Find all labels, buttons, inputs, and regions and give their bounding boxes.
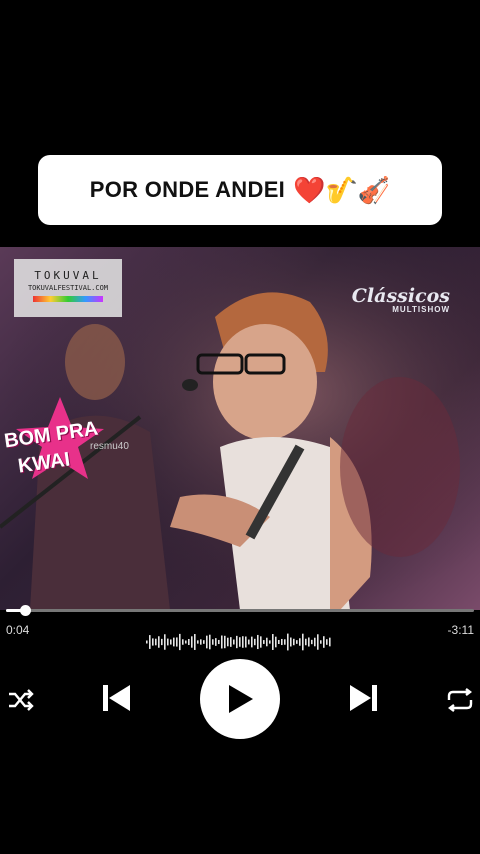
waveform-bar <box>257 634 259 650</box>
waveform-bar <box>206 635 208 649</box>
waveform-bar <box>296 640 298 644</box>
waveform-bar <box>242 636 244 648</box>
song-title: POR ONDE ANDEI <box>89 177 286 202</box>
waveform-bar <box>245 636 247 648</box>
waveform-bar <box>248 639 250 645</box>
waveform-bar <box>164 634 166 650</box>
play-button[interactable] <box>200 659 280 739</box>
waveform-bar <box>158 636 160 648</box>
waveform-bar <box>209 634 211 650</box>
waveform-bar <box>161 638 163 646</box>
waveform-bar <box>302 633 304 651</box>
waveform-bar <box>176 637 178 647</box>
waveform-bar <box>269 640 271 644</box>
waveform-bar <box>215 638 217 646</box>
waveform-bar <box>236 635 238 649</box>
waveform-bar <box>182 639 184 645</box>
waveform-bar <box>239 637 241 647</box>
bom-pra-kwai-badge: BOM PRA KWAI <box>0 412 110 492</box>
waveform-bar <box>173 637 175 647</box>
waveform-bar <box>221 635 223 649</box>
waveform-bar <box>194 634 196 650</box>
waveform-bar <box>308 637 310 647</box>
waveform-bar <box>251 636 253 648</box>
waveform-bar <box>203 640 205 644</box>
repeat-icon <box>447 688 473 712</box>
song-title-card: POR ONDE ANDEI ❤️🎷🎻 <box>38 155 442 225</box>
badge-username: resmu40 <box>90 441 129 452</box>
waveform-bar <box>185 640 187 644</box>
video-frame[interactable]: TOKUVAL TOKUVALFESTIVAL.COM Clássicos MU… <box>0 247 480 610</box>
shuffle-icon <box>9 689 34 711</box>
waveform-bar <box>329 637 331 647</box>
waveform-bar <box>281 638 283 646</box>
waveform-bar <box>197 640 199 644</box>
progress-knob[interactable] <box>19 605 31 616</box>
waveform-bar <box>323 636 325 648</box>
tokuval-watermark: TOKUVAL TOKUVALFESTIVAL.COM <box>14 259 122 317</box>
remaining-time: -3:11 <box>447 623 474 637</box>
classicos-label: Clássicos <box>351 285 450 307</box>
tokuval-url: TOKUVALFESTIVAL.COM <box>27 284 109 292</box>
waveform-bar <box>146 640 148 644</box>
waveform-bar <box>200 639 202 645</box>
waveform-bar <box>263 640 265 644</box>
waveform-bar <box>224 635 226 649</box>
waveform-bar <box>287 633 289 651</box>
progress-bar[interactable] <box>6 605 474 616</box>
elapsed-time: 0:04 <box>6 623 30 637</box>
waveform-bar <box>170 639 172 645</box>
waveform-bar <box>266 637 268 647</box>
waveform-bar <box>299 638 301 646</box>
classicos-watermark: Clássicos MULTISHOW <box>352 285 450 314</box>
waveform-bar <box>149 635 151 649</box>
waveform-bar <box>179 633 181 651</box>
badge-line-2: KWAI <box>16 448 72 478</box>
waveform-bar <box>314 637 316 647</box>
playback-controls <box>0 658 480 740</box>
next-button[interactable] <box>346 680 382 716</box>
waveform-bar <box>188 638 190 646</box>
tokuval-color-bar <box>33 296 103 302</box>
tokuval-label: TOKUVAL <box>34 269 102 282</box>
waveform-bar <box>320 640 322 644</box>
waveform-bar <box>167 638 169 646</box>
waveform-bar <box>227 637 229 647</box>
repeat-button[interactable] <box>444 686 476 714</box>
title-emojis: ❤️🎷🎻 <box>293 174 391 205</box>
play-icon <box>229 685 253 713</box>
waveform-bar <box>152 638 154 646</box>
skip-previous-icon <box>103 685 130 711</box>
audio-waveform <box>146 633 331 651</box>
waveform-bar <box>254 638 256 646</box>
waveform-bar <box>284 639 286 645</box>
waveform-bar <box>293 638 295 646</box>
shuffle-button[interactable] <box>6 686 36 714</box>
waveform-bar <box>155 638 157 646</box>
waveform-bar <box>260 636 262 648</box>
waveform-bar <box>230 637 232 647</box>
waveform-bar <box>275 636 277 648</box>
waveform-bar <box>233 639 235 645</box>
waveform-bar <box>212 639 214 645</box>
previous-button[interactable] <box>98 680 134 716</box>
waveform-bar <box>290 637 292 647</box>
badge-line-1: BOM PRA <box>2 417 100 453</box>
waveform-bar <box>317 634 319 650</box>
waveform-bar <box>305 638 307 646</box>
waveform-bar <box>326 639 328 645</box>
waveform-bar <box>191 636 193 648</box>
waveform-bar <box>311 639 313 645</box>
skip-next-icon <box>350 685 377 711</box>
waveform-bar <box>278 639 280 645</box>
waveform-bar <box>218 639 220 645</box>
waveform-bar <box>272 634 274 650</box>
